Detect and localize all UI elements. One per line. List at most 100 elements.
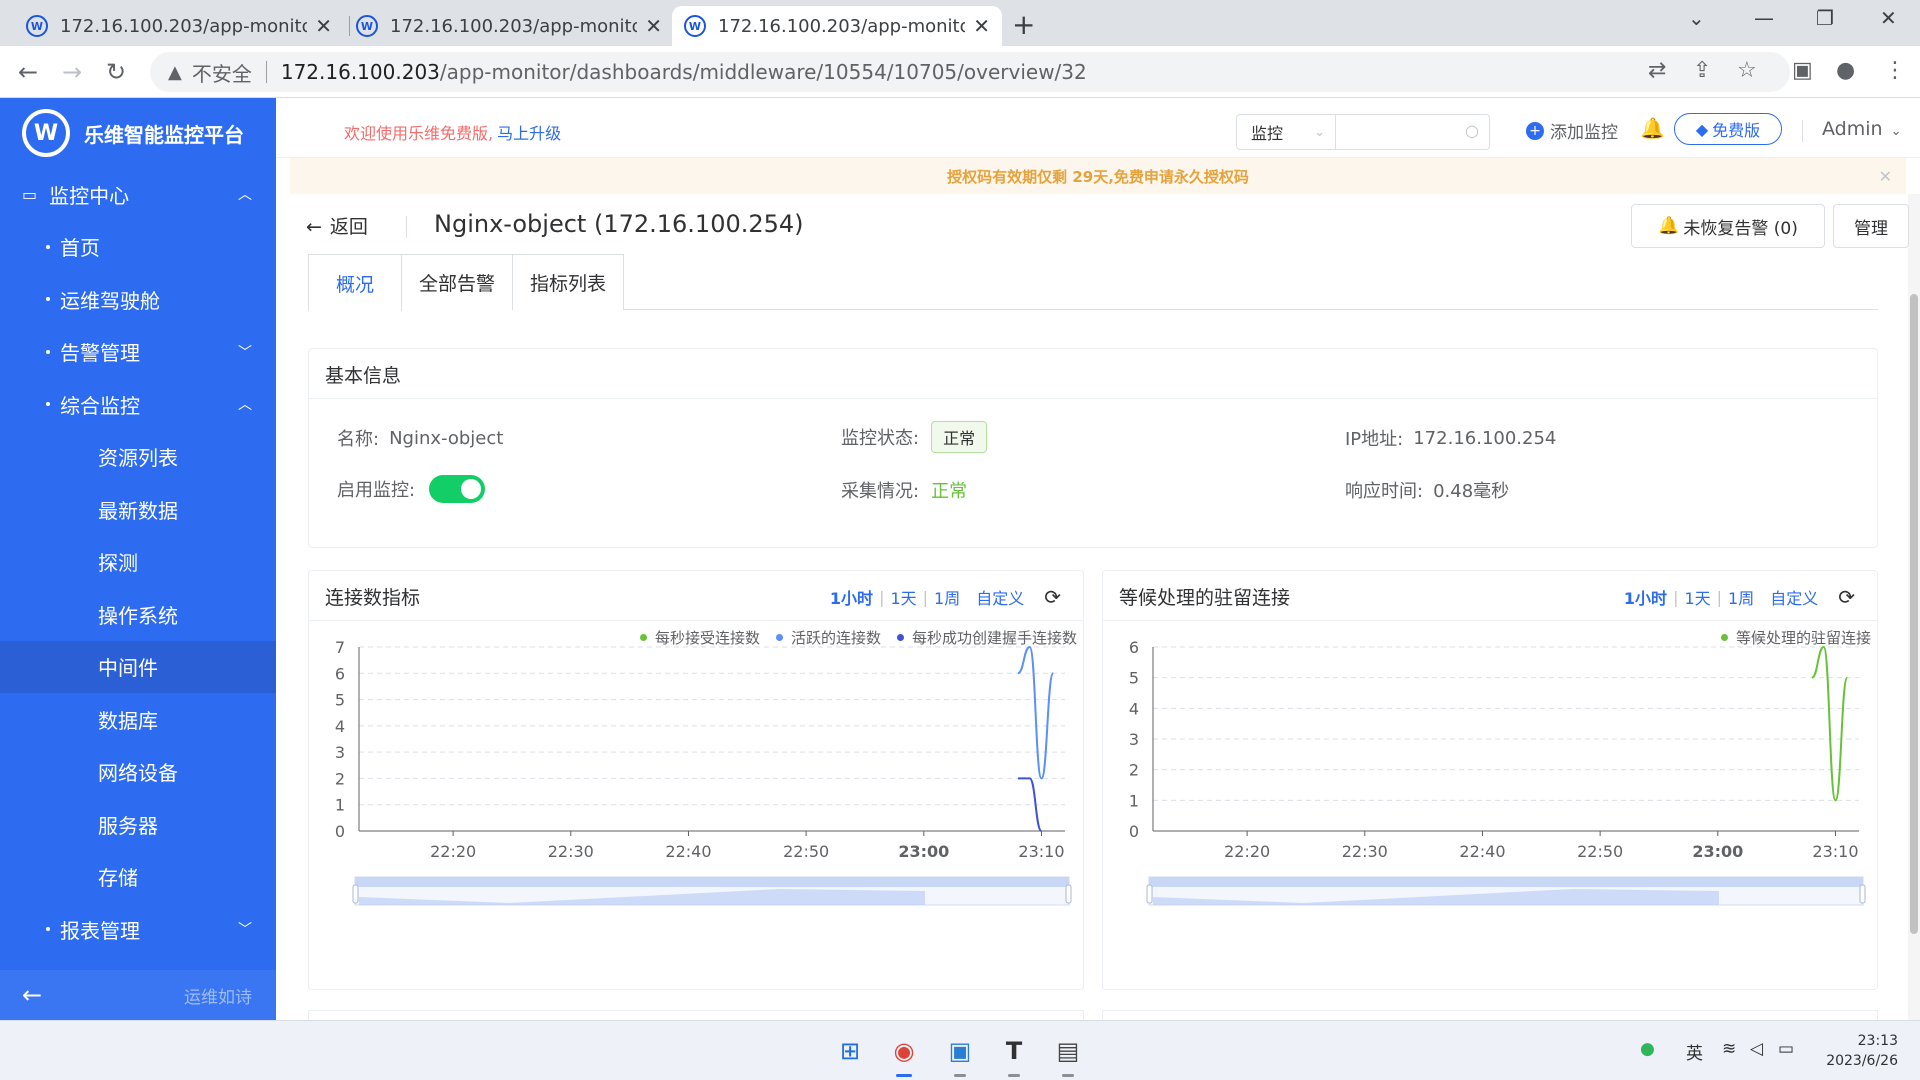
user-menu[interactable]: Admin ⌄	[1822, 118, 1901, 140]
browser-tab-active[interactable]: W 172.16.100.203/app-monitor/c ✕	[672, 6, 1002, 46]
search-type-select[interactable]: 监控 ⌄	[1236, 114, 1336, 150]
translate-icon[interactable]: ⇄	[1648, 58, 1666, 83]
sidebar-item[interactable]: 最新数据	[0, 483, 276, 536]
sidebar-item[interactable]: 存储	[0, 851, 276, 904]
sidebar-item[interactable]: ▭ 监控中心 ︿	[0, 168, 276, 221]
close-icon[interactable]: ✕	[315, 14, 332, 38]
add-monitor-button[interactable]: + 添加监控	[1526, 118, 1618, 143]
scrollbar-thumb[interactable]	[1910, 294, 1918, 934]
tab-metric-list[interactable]: 指标列表	[512, 254, 624, 310]
sidebar-item[interactable]: 报表管理 ﹀	[0, 903, 276, 956]
sidebar-item[interactable]: 服务器	[0, 798, 276, 851]
tab-all-alarms[interactable]: 全部告警	[401, 254, 513, 310]
sidebar-item[interactable]: 首页	[0, 221, 276, 274]
close-icon[interactable]: ✕	[645, 14, 662, 38]
new-tab-icon[interactable]: +	[1012, 8, 1035, 41]
range-1w[interactable]: 1周	[1728, 585, 1754, 609]
window-close-icon[interactable]: ✕	[1880, 6, 1897, 30]
ime-indicator[interactable]: 英	[1686, 1039, 1703, 1064]
manage-button[interactable]: 管理	[1833, 204, 1909, 248]
y-tick-label: 4	[335, 717, 345, 736]
sidebar-item-label: 告警管理	[60, 341, 140, 366]
chrome-icon[interactable]: ◉	[886, 1033, 922, 1077]
sidebar-item[interactable]: 中间件	[0, 640, 276, 693]
system-clock[interactable]: 23:13 2023/6/26	[1826, 1031, 1898, 1071]
zoom-selected-range[interactable]	[355, 877, 1069, 887]
sidebar-item[interactable]: 资源列表	[0, 431, 276, 484]
search-icon[interactable]: ○	[1465, 121, 1479, 140]
info-label: 启用监控:	[337, 480, 416, 501]
range-1w[interactable]: 1周	[934, 585, 960, 609]
zoom-handle-right[interactable]	[1859, 884, 1866, 904]
wifi-icon[interactable]: ≋	[1722, 1039, 1736, 1059]
zoom-handle-left[interactable]	[352, 884, 359, 904]
zoom-handle-left[interactable]	[1146, 884, 1153, 904]
share-icon[interactable]: ⇪	[1693, 58, 1711, 83]
back-button[interactable]: ← 返回	[306, 212, 368, 239]
sidebar-item[interactable]: 综合监控 ︿	[0, 378, 276, 431]
url-field[interactable]: ▲ 不安全 172.16.100.203 /app-monitor/dashbo…	[150, 52, 1790, 92]
sidebar-item[interactable]: 运维驾驶舱	[0, 273, 276, 326]
zoom-handle-right[interactable]	[1065, 884, 1072, 904]
zoom-selected-range[interactable]	[1149, 877, 1863, 887]
tab-search-icon[interactable]: ⌄	[1688, 6, 1705, 30]
side-panel-icon[interactable]: ▣	[1792, 58, 1813, 83]
sidebar-item-label: 操作系统	[98, 603, 178, 628]
range-1d[interactable]: 1天	[890, 585, 916, 609]
sidebar-item[interactable]: 操作系统	[0, 588, 276, 641]
restore-icon[interactable]: ❐	[1816, 6, 1834, 30]
diamond-icon: ◆	[1695, 119, 1709, 139]
terminal-icon[interactable]: ▤	[1050, 1033, 1086, 1077]
range-custom[interactable]: 自定义	[1770, 585, 1818, 609]
menu-kebab-icon[interactable]: ⋮	[1884, 58, 1906, 83]
battery-icon[interactable]: ▭	[1778, 1039, 1794, 1059]
info-value: 172.16.100.254	[1413, 427, 1557, 449]
sidebar-item[interactable]: 探测	[0, 536, 276, 589]
brand[interactable]: W 乐维智能监控平台	[0, 98, 276, 168]
sidebar-item[interactable]: 数据库	[0, 693, 276, 746]
back-arrow-icon[interactable]: ←	[18, 58, 38, 86]
unresolved-alarms-button[interactable]: 🔔 未恢复告警 (0)	[1631, 204, 1825, 248]
browser-tab[interactable]: W 172.16.100.203/app-monitor/r ✕	[344, 6, 674, 46]
upgrade-link[interactable]: 马上升级	[497, 124, 561, 143]
volume-icon[interactable]: ◁	[1750, 1039, 1763, 1059]
sidebar-item-label: 数据库	[98, 708, 158, 733]
range-custom[interactable]: 自定义	[976, 585, 1024, 609]
scrollbar-track[interactable]	[1908, 194, 1920, 1020]
range-1h[interactable]: 1小时	[1624, 585, 1667, 609]
forward-arrow-icon[interactable]: →	[62, 58, 82, 86]
bell-icon[interactable]: 🔔	[1640, 116, 1665, 140]
y-tick-label: 5	[1129, 669, 1139, 688]
remote-desktop-icon[interactable]: ▣	[942, 1033, 978, 1077]
notice-link[interactable]: 免费申请永久授权码	[1114, 166, 1249, 187]
tab-overview[interactable]: 概况	[308, 254, 402, 311]
free-version-badge[interactable]: ◆ 免费版	[1674, 113, 1782, 145]
page-title: Nginx-object (172.16.100.254)	[434, 210, 804, 238]
refresh-icon[interactable]: ⟳	[1044, 585, 1061, 609]
close-icon[interactable]: ✕	[1879, 167, 1892, 186]
reload-icon[interactable]: ↻	[106, 58, 126, 86]
bookmark-star-icon[interactable]: ☆	[1737, 58, 1757, 83]
sidebar-item[interactable]: 告警管理 ﹀	[0, 326, 276, 379]
minimize-icon[interactable]: —	[1754, 6, 1774, 30]
close-icon[interactable]: ✕	[973, 14, 990, 38]
range-1h[interactable]: 1小时	[830, 585, 873, 609]
chart-card-keepalive: 等候处理的驻留连接 1小时 | 1天 | 1周 自定义 ⟳ 等候处理的驻留连接 01…	[1102, 570, 1878, 990]
divider	[406, 216, 407, 238]
sidebar-item[interactable]: 网络设备	[0, 746, 276, 799]
search-input[interactable]: ○	[1335, 114, 1490, 150]
collapse-sidebar-icon[interactable]: ←	[22, 981, 42, 1009]
windows-start-icon[interactable]: ⊞	[832, 1033, 868, 1069]
range-1d[interactable]: 1天	[1684, 585, 1710, 609]
x-tick-label: 23:00	[898, 842, 949, 861]
profile-icon[interactable]: ●	[1836, 58, 1855, 83]
text-editor-icon[interactable]: T	[996, 1033, 1032, 1077]
enable-monitor-toggle[interactable]	[429, 475, 486, 503]
insecure-label: 不安全	[191, 61, 252, 86]
x-tick-label: 23:10	[1812, 842, 1858, 861]
refresh-icon[interactable]: ⟳	[1838, 585, 1855, 609]
wechat-tray-icon[interactable]: ●	[1640, 1039, 1655, 1059]
browser-tab[interactable]: W 172.16.100.203/app-monitor/l ✕	[14, 6, 344, 46]
unresolved-alarms-label: 未恢复告警 (0)	[1683, 218, 1798, 239]
tab-title: 172.16.100.203/app-monitor/r	[390, 15, 638, 37]
